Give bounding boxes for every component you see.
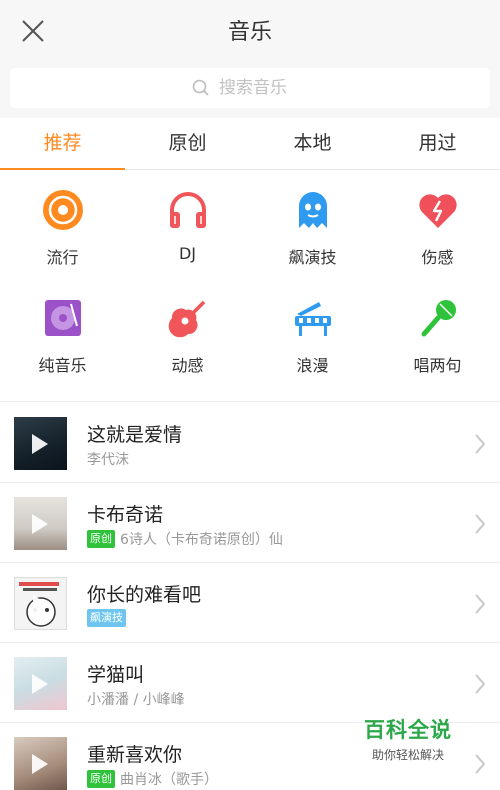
microphone-icon <box>421 299 456 336</box>
album-cover <box>14 417 67 470</box>
tab-recommend[interactable]: 推荐 <box>0 118 125 170</box>
genre-instrumental[interactable]: 纯音乐 <box>0 294 125 394</box>
genre-label: 流行 <box>46 248 79 267</box>
header-bar: 音乐 <box>0 0 500 62</box>
vinyl-record-icon <box>42 190 83 230</box>
genre-label: DJ <box>178 244 197 263</box>
album-cover <box>14 737 67 790</box>
headphones-icon <box>169 192 206 228</box>
page-title: 音乐 <box>227 20 272 45</box>
song-title: 重新喜欢你 <box>87 744 183 766</box>
song-title: 你长的难看吧 <box>87 584 202 606</box>
album-cover <box>14 497 67 550</box>
genre-acting[interactable]: 飙演技 <box>250 186 375 286</box>
chevron-right-icon <box>475 754 486 774</box>
play-icon[interactable] <box>33 595 49 615</box>
album-cover <box>14 657 67 710</box>
chevron-right-icon <box>475 514 486 534</box>
list-item[interactable]: 学猫叫 小潘潘 / 小峰峰 <box>0 643 500 723</box>
broken-heart-icon <box>418 194 457 228</box>
watermark-subtitle: 助你轻松解决 <box>371 748 444 762</box>
genre-sad[interactable]: 伤感 <box>375 186 500 286</box>
song-title: 这就是爱情 <box>87 424 183 446</box>
watermark-logo: 百科全说 助你轻松解决 <box>360 714 456 763</box>
song-subtitle: 原创 6诗人（卡布奇诺原创）仙 <box>87 529 283 549</box>
search-icon <box>192 79 209 96</box>
artist-name: 小潘潘 / 小峰峰 <box>87 692 185 708</box>
chevron-right-icon <box>475 594 486 614</box>
song-subtitle: 李代沫 <box>87 449 129 469</box>
genre-romantic[interactable]: 浪漫 <box>250 294 375 394</box>
song-title: 学猫叫 <box>87 664 145 686</box>
ghost-icon <box>298 192 327 228</box>
play-icon[interactable] <box>32 754 48 774</box>
genre-label: 伤感 <box>421 248 454 267</box>
tab-original[interactable]: 原创 <box>125 118 250 169</box>
song-subtitle: 飙演技 <box>87 609 131 627</box>
genre-label: 动感 <box>171 355 204 375</box>
category-tabs: 推荐 原创 本地 用过 <box>0 118 500 170</box>
genre-label: 纯音乐 <box>38 355 87 375</box>
album-disc-icon <box>44 299 81 336</box>
original-badge: 原创 <box>87 770 115 788</box>
original-badge: 原创 <box>87 530 115 548</box>
genre-label: 飙演技 <box>288 248 337 267</box>
search-bar <box>0 62 500 118</box>
song-subtitle: 小潘潘 / 小峰峰 <box>87 689 185 709</box>
play-icon[interactable] <box>32 674 48 694</box>
chevron-right-icon <box>475 434 486 454</box>
song-title: 卡布奇诺 <box>87 504 164 526</box>
genre-grid: 流行 DJ 飙演技 伤感 纯音乐 动感 浪漫 唱两句 <box>0 170 500 402</box>
artist-name: 李代沫 <box>87 452 129 468</box>
list-item[interactable]: 你长的难看吧 飙演技 <box>0 563 500 643</box>
tab-local[interactable]: 本地 <box>250 118 375 169</box>
genre-dynamic[interactable]: 动感 <box>125 294 250 394</box>
genre-dj[interactable]: DJ <box>125 186 250 286</box>
tab-used[interactable]: 用过 <box>375 118 500 169</box>
album-cover <box>14 577 67 630</box>
artist-name: 曲肖冰（歌手） <box>120 772 218 788</box>
list-item[interactable]: 这就是爱情 李代沫 <box>0 403 500 483</box>
search-input[interactable] <box>219 78 309 98</box>
genre-pop[interactable]: 流行 <box>0 186 125 286</box>
play-icon[interactable] <box>32 514 48 534</box>
list-item[interactable]: 卡布奇诺 原创 6诗人（卡布奇诺原创）仙 <box>0 483 500 563</box>
watermark-title: 百科全说 <box>364 718 452 742</box>
search-box[interactable] <box>10 68 490 108</box>
genre-sing[interactable]: 唱两句 <box>375 294 500 394</box>
genre-label: 唱两句 <box>413 355 462 375</box>
guitar-icon <box>168 300 205 337</box>
chevron-right-icon <box>475 674 486 694</box>
play-icon[interactable] <box>32 434 48 454</box>
genre-label: 浪漫 <box>296 355 329 375</box>
song-subtitle: 原创 曲肖冰（歌手） <box>87 769 218 789</box>
acting-badge: 飙演技 <box>87 609 126 627</box>
piano-icon <box>294 301 331 336</box>
artist-name: 6诗人（卡布奇诺原创）仙 <box>120 532 283 548</box>
